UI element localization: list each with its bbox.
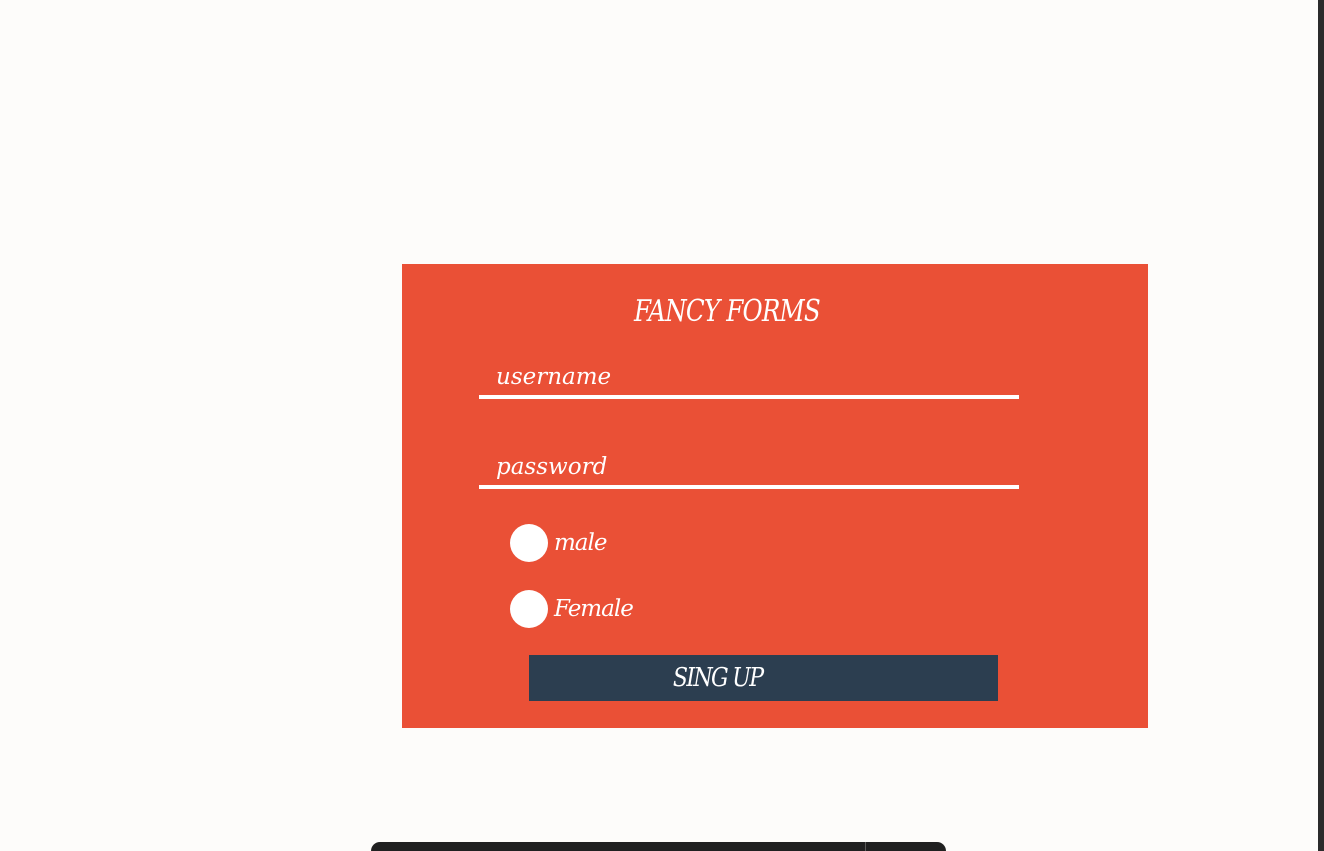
signup-button-label: SING UP — [672, 663, 764, 693]
male-label: male — [554, 530, 607, 556]
bottom-toolbar — [371, 842, 946, 851]
page: FANCY FORMS male Female SING UP — [0, 0, 1324, 851]
gender-option-female[interactable]: Female — [510, 589, 634, 629]
signup-button[interactable]: SING UP — [529, 655, 998, 701]
username-input[interactable] — [479, 359, 1019, 399]
gender-option-male[interactable]: male — [510, 523, 607, 563]
toolbar-divider — [865, 842, 866, 851]
form-title: FANCY FORMS — [634, 294, 821, 329]
female-label: Female — [554, 596, 634, 622]
female-radio[interactable] — [510, 590, 548, 628]
password-input[interactable] — [479, 449, 1019, 489]
male-radio[interactable] — [510, 524, 548, 562]
scrollbar-edge — [1318, 0, 1324, 851]
signup-form-card: FANCY FORMS male Female SING UP — [402, 264, 1148, 728]
